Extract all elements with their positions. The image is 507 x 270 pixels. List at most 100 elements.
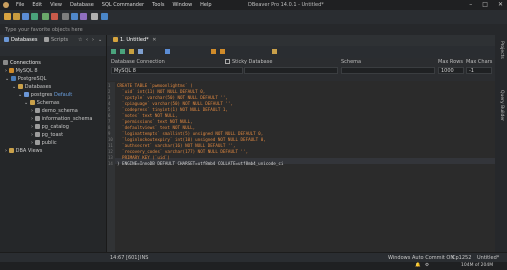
menu-help[interactable]: Help <box>200 2 211 8</box>
tree-schema-item[interactable]: › pg_toast <box>31 132 63 138</box>
chevron-right-icon[interactable]: › <box>31 116 33 122</box>
max-chars-input[interactable]: -1 <box>466 67 492 74</box>
settings-icon[interactable]: ⚙ <box>425 263 429 268</box>
rollback-icon[interactable] <box>80 13 87 20</box>
tree-postgres-db[interactable]: ⌄ postgres Default <box>18 92 72 98</box>
menu-database[interactable]: Database <box>70 2 94 8</box>
tree-postgres[interactable]: ⌄ PostgreSQL <box>5 76 46 82</box>
chevron-left-icon[interactable]: ‹ <box>86 37 88 43</box>
new-connection-icon[interactable] <box>4 13 11 20</box>
encoding[interactable]: Cp1252 <box>452 255 471 261</box>
menu-view[interactable]: View <box>50 2 62 8</box>
tree-schema-item[interactable]: › information_schema <box>31 116 93 122</box>
chevron-down-icon[interactable]: ⌄ <box>12 84 16 90</box>
database-select[interactable] <box>244 67 338 74</box>
tree-connections[interactable]: Connections <box>3 60 41 66</box>
open-folder-icon[interactable] <box>13 13 20 20</box>
line-number: 1 <box>108 83 111 88</box>
line-number: 2 <box>108 89 111 94</box>
star-icon[interactable]: ☆ <box>78 37 82 43</box>
maximize-icon[interactable]: □ <box>482 1 488 8</box>
search-icon[interactable] <box>101 13 108 20</box>
tree-databases[interactable]: ⌄ Databases <box>12 84 51 90</box>
nav-forward-icon[interactable] <box>220 49 225 54</box>
sql-file-icon <box>113 37 118 42</box>
navigator-tabs: Databases Scripts ☆ ‹ › ⌄ <box>0 35 106 46</box>
format-icon[interactable] <box>138 49 143 54</box>
menu-edit[interactable]: Edit <box>32 2 42 8</box>
menu-file[interactable]: File <box>16 2 24 8</box>
tab-scripts[interactable]: Scripts <box>44 37 68 43</box>
minimize-icon[interactable]: – <box>469 1 472 8</box>
memory-usage[interactable]: 104M of 204M <box>461 263 493 268</box>
connection-value: MySQL 8 <box>114 68 136 74</box>
chevron-down-icon[interactable]: ⌄ <box>24 100 28 106</box>
refresh-icon[interactable] <box>31 13 38 20</box>
menu-window[interactable]: Window <box>172 2 192 8</box>
tree-mysql[interactable]: › MySQL 8 <box>5 68 38 74</box>
chevron-right-icon[interactable]: › <box>31 132 33 138</box>
code-line: `authsecret` varchar(16) NOT NULL DEFAUL… <box>117 143 236 148</box>
connect-icon[interactable] <box>42 13 49 20</box>
code-line: CREATE TABLE `pwmoonlightms` ( <box>117 83 193 88</box>
execute-script-icon[interactable] <box>120 49 125 54</box>
tab-scripts-label: Scripts <box>51 37 69 43</box>
chevron-right-icon[interactable]: › <box>5 68 7 74</box>
chevron-right-icon[interactable]: › <box>31 108 33 114</box>
tree-dba-views[interactable]: › DBA Views <box>5 148 42 154</box>
query-builder-tab[interactable]: Query Builder <box>499 90 504 121</box>
auto-commit-status[interactable]: Auto Commit ON <box>412 255 454 261</box>
commit-icon[interactable] <box>71 13 78 20</box>
menu-sql-commander[interactable]: SQL Commander <box>102 2 144 8</box>
schema-label: pg_toast <box>41 132 64 138</box>
schema-icon <box>34 116 40 121</box>
explain-icon[interactable] <box>129 49 134 54</box>
sticky-database-checkbox[interactable] <box>225 59 230 64</box>
close-tab-icon[interactable]: ✕ <box>152 37 156 43</box>
navigator-panel: Databases Scripts ☆ ‹ › ⌄ Connections › … <box>0 35 107 252</box>
line-number: 11 <box>108 143 113 148</box>
editor-tabs: 1. Untitled* ✕ <box>107 35 495 46</box>
connection-select[interactable]: MySQL 8 <box>111 67 243 74</box>
sql-editor-area: 1. Untitled* ✕ Database Connection Stick… <box>107 35 495 252</box>
mysql-icon <box>8 68 14 73</box>
close-icon[interactable]: ✕ <box>498 1 503 8</box>
chevron-down-icon[interactable]: ⌄ <box>98 37 102 43</box>
chevron-right-icon[interactable]: › <box>92 37 94 43</box>
chevron-down-icon[interactable]: ⌄ <box>5 76 9 82</box>
chevron-right-icon[interactable]: › <box>31 124 33 130</box>
menu-bar: File Edit View Database SQL Commander To… <box>16 2 212 8</box>
tab-databases[interactable]: Databases <box>4 37 37 43</box>
max-rows-value: 1000 <box>441 68 454 74</box>
max-rows-input[interactable]: 1000 <box>438 67 464 74</box>
line-number: 4 <box>108 101 111 106</box>
projects-tab[interactable]: Projects <box>499 41 504 59</box>
line-number: 7 <box>108 119 111 124</box>
panel-toggle-icon[interactable] <box>272 49 277 54</box>
search-input[interactable]: Type your favorite objects here <box>5 27 83 33</box>
schema-select[interactable] <box>341 67 435 74</box>
save-script-icon[interactable] <box>165 49 170 54</box>
transaction-icon[interactable] <box>91 13 98 20</box>
editor-tab-untitled[interactable]: 1. Untitled* ✕ <box>113 37 156 43</box>
bell-icon[interactable]: 🔔 <box>415 263 421 268</box>
execute-icon[interactable] <box>111 49 116 54</box>
sql-editor-icon[interactable] <box>62 13 69 20</box>
search-bar[interactable]: Type your favorite objects here <box>0 24 507 35</box>
nav-back-icon[interactable] <box>211 49 216 54</box>
menu-tools[interactable]: Tools <box>152 2 164 8</box>
tree-schema-item[interactable]: › demo_schema <box>31 108 78 114</box>
schema-label: demo_schema <box>41 108 78 114</box>
disconnect-icon[interactable] <box>51 13 58 20</box>
tree-schema-item[interactable]: › pg_catalog <box>31 124 69 130</box>
database-icon <box>23 92 29 97</box>
chevron-down-icon[interactable]: ⌄ <box>18 92 22 98</box>
schema-label: pg_catalog <box>41 124 69 130</box>
code-editor[interactable]: 1 2 3 4 5 6 7 8 9 10 11 12 13 14 CREATE … <box>107 82 495 252</box>
tree-schema-item[interactable]: › public <box>31 140 57 146</box>
chevron-right-icon[interactable]: › <box>5 148 7 154</box>
code-line: `cpiaguage` varchar(50) NOT NULL DEFAULT… <box>117 101 233 106</box>
save-icon[interactable] <box>22 13 29 20</box>
tree-schemas[interactable]: ⌄ Schemas <box>24 100 60 106</box>
chevron-right-icon[interactable]: › <box>31 140 33 146</box>
